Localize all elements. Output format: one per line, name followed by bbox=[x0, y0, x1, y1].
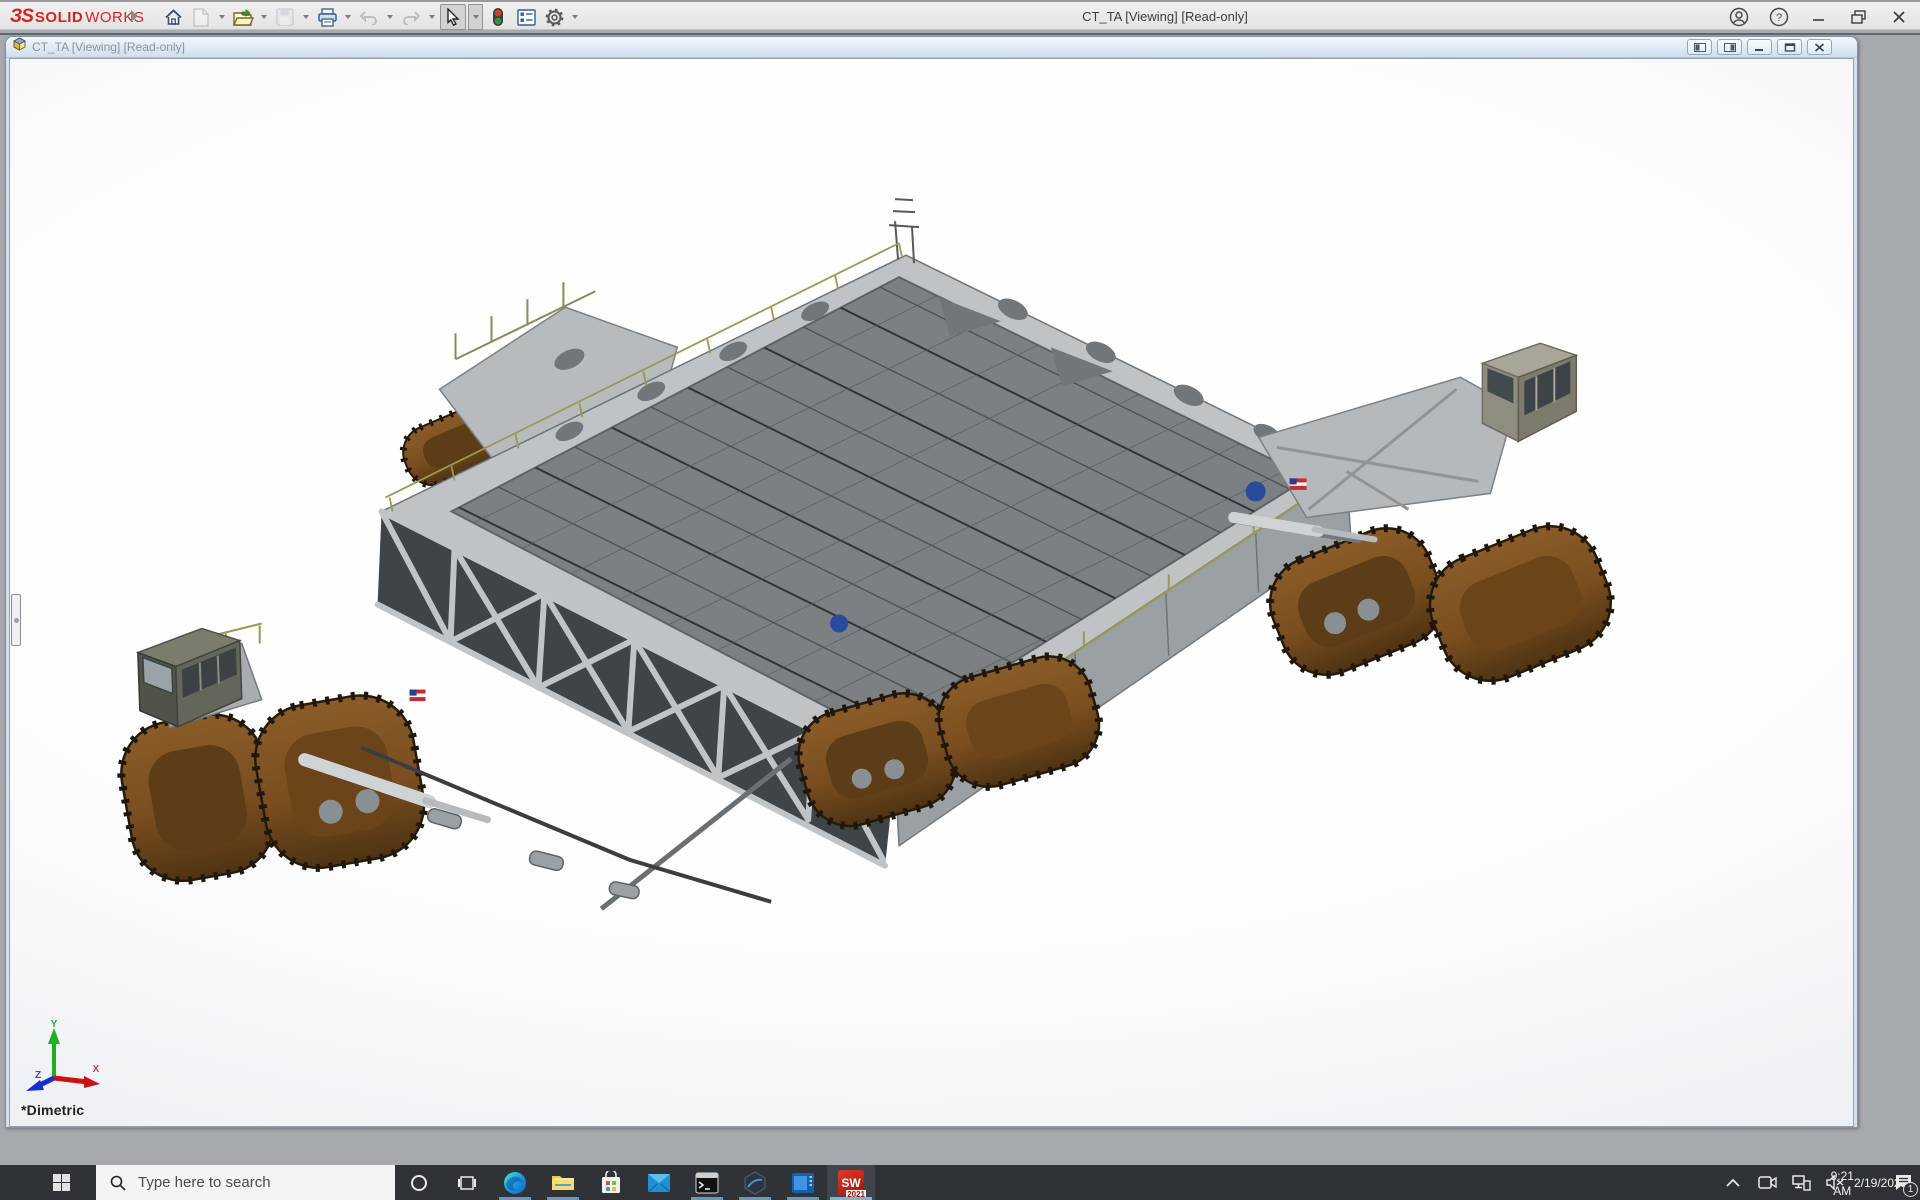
taskbar-mail[interactable] bbox=[635, 1165, 683, 1200]
print-button[interactable] bbox=[314, 4, 340, 30]
brand-expand-arrow-icon[interactable] bbox=[131, 10, 138, 22]
windows-logo-icon bbox=[53, 1174, 70, 1191]
svg-text:Y: Y bbox=[51, 1020, 58, 1030]
file-explorer-icon bbox=[551, 1171, 575, 1195]
microsoft-store-icon bbox=[600, 1171, 622, 1195]
settings-dropdown[interactable] bbox=[569, 4, 581, 30]
minimize-button[interactable] bbox=[1806, 4, 1832, 30]
search-icon bbox=[110, 1175, 126, 1191]
taskbar-edrawings[interactable] bbox=[731, 1165, 779, 1200]
taskbar-command-prompt[interactable] bbox=[683, 1165, 731, 1200]
taskbar-file-explorer[interactable] bbox=[539, 1165, 587, 1200]
taskbar-microsoft-store[interactable] bbox=[587, 1165, 635, 1200]
svg-text:Z: Z bbox=[35, 1070, 41, 1081]
settings-gear-button[interactable] bbox=[541, 4, 567, 30]
document-close-button[interactable] bbox=[1807, 39, 1832, 55]
pane-left-toggle-button[interactable] bbox=[1687, 39, 1712, 55]
assembly-document-icon bbox=[12, 37, 27, 57]
open-button[interactable] bbox=[230, 4, 256, 30]
orientation-triad: Y X Z bbox=[24, 1020, 104, 1092]
taskbar-clock[interactable]: 9:21 AM 2/19/2021 bbox=[1852, 1165, 1886, 1200]
help-icon[interactable]: ? bbox=[1766, 4, 1792, 30]
redo-button[interactable] bbox=[398, 4, 424, 30]
window-title: CT_TA [Viewing] [Read-only] bbox=[1082, 9, 1248, 24]
action-center-button[interactable]: 1 bbox=[1886, 1165, 1920, 1200]
svg-text:?: ? bbox=[1776, 12, 1782, 24]
taskbar-edge[interactable] bbox=[491, 1165, 539, 1200]
left-operator-cab bbox=[138, 629, 242, 727]
home-button[interactable] bbox=[160, 4, 186, 30]
featuremanager-collapsed-tab[interactable] bbox=[11, 594, 21, 646]
command-prompt-icon bbox=[695, 1172, 719, 1194]
account-icon[interactable] bbox=[1726, 4, 1752, 30]
nasa-logo-decal-right bbox=[1246, 481, 1266, 501]
task-view-button[interactable] bbox=[443, 1165, 491, 1200]
clock-time: 9:21 AM bbox=[1831, 1169, 1854, 1199]
system-tray: 9:21 AM 2/19/2021 1 bbox=[1716, 1165, 1920, 1200]
meet-now-camera-icon bbox=[1758, 1175, 1777, 1190]
search-placeholder-text: Type here to search bbox=[138, 1174, 271, 1191]
taskbar-solidworks[interactable]: SW 2021 bbox=[827, 1165, 875, 1200]
meet-now-button[interactable] bbox=[1750, 1165, 1784, 1200]
open-dropdown[interactable] bbox=[258, 4, 270, 30]
start-button[interactable] bbox=[0, 1165, 96, 1200]
edge-icon bbox=[503, 1171, 527, 1195]
solidworks-2021-icon: SW 2021 bbox=[838, 1170, 864, 1196]
edrawings-hexagon-icon bbox=[743, 1171, 767, 1195]
task-view-icon bbox=[458, 1174, 476, 1192]
close-button[interactable] bbox=[1886, 4, 1912, 30]
restore-button[interactable] bbox=[1846, 4, 1872, 30]
main-toolbar bbox=[160, 2, 581, 32]
document-window: CT_TA [Viewing] [Read-only] bbox=[5, 36, 1858, 1128]
app-titlebar: ЗS SOLIDWORKS bbox=[0, 0, 1920, 30]
right-operator-cab bbox=[1482, 343, 1576, 441]
crawler-transporter-model bbox=[10, 59, 1853, 1126]
print-dropdown[interactable] bbox=[342, 4, 354, 30]
new-document-dropdown[interactable] bbox=[216, 4, 228, 30]
document-titlebar[interactable]: CT_TA [Viewing] [Read-only] bbox=[6, 37, 1857, 58]
cortana-button[interactable] bbox=[395, 1165, 443, 1200]
solidworks-3ds-glyph: ЗS bbox=[10, 6, 33, 28]
nasa-logo-decal bbox=[830, 615, 848, 633]
pane-right-toggle-button[interactable] bbox=[1717, 39, 1742, 55]
deck-mast bbox=[889, 199, 919, 263]
solidworks-logo: ЗS SOLIDWORKS bbox=[10, 5, 144, 29]
save-button[interactable] bbox=[272, 4, 298, 30]
us-flag-decal-right bbox=[1290, 478, 1307, 490]
network-icon bbox=[1792, 1175, 1811, 1191]
mail-icon bbox=[647, 1173, 671, 1193]
view-orientation-label: *Dimetric bbox=[21, 1102, 84, 1118]
options-list-button[interactable] bbox=[513, 4, 539, 30]
document-minimize-button[interactable] bbox=[1747, 39, 1772, 55]
redo-dropdown[interactable] bbox=[426, 4, 438, 30]
document-title: CT_TA [Viewing] [Read-only] bbox=[32, 40, 185, 54]
taskbar-media-app[interactable] bbox=[779, 1165, 827, 1200]
cortana-icon bbox=[410, 1174, 428, 1192]
media-app-icon bbox=[791, 1172, 815, 1194]
save-dropdown[interactable] bbox=[300, 4, 312, 30]
deck bbox=[382, 199, 1347, 772]
notification-badge: 1 bbox=[1903, 1182, 1918, 1197]
graphics-viewport[interactable]: Y X Z *Dimetric bbox=[9, 58, 1854, 1127]
chevron-up-icon bbox=[1726, 1178, 1740, 1187]
hidden-icons-chevron[interactable] bbox=[1716, 1165, 1750, 1200]
new-document-button[interactable] bbox=[188, 4, 214, 30]
document-restore-button[interactable] bbox=[1777, 39, 1802, 55]
select-tool-button[interactable] bbox=[440, 4, 466, 30]
right-corner-structure bbox=[1246, 343, 1577, 517]
view-traffic-light-button[interactable] bbox=[485, 4, 511, 30]
taskbar: Type here to search bbox=[0, 1165, 1920, 1200]
select-tool-dropdown[interactable] bbox=[468, 4, 483, 30]
us-flag-decal-left bbox=[410, 690, 426, 702]
undo-dropdown[interactable] bbox=[384, 4, 396, 30]
svg-text:X: X bbox=[93, 1064, 100, 1075]
network-button[interactable] bbox=[1784, 1165, 1818, 1200]
undo-button[interactable] bbox=[356, 4, 382, 30]
taskbar-search-box[interactable]: Type here to search bbox=[96, 1165, 395, 1200]
